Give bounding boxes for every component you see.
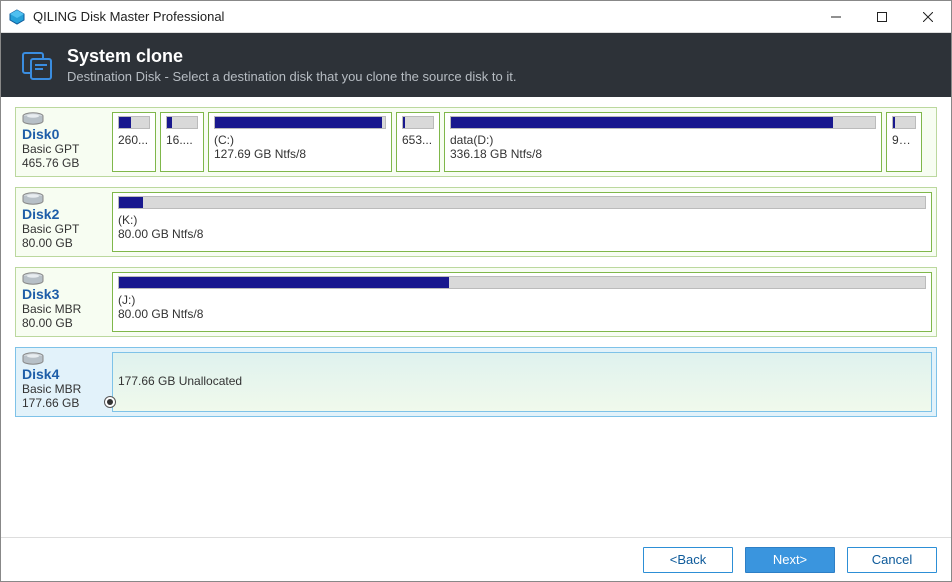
usage-bar [402,116,434,129]
partition-list: 260... 16.... (C:)127.69 GB Ntfs/8 653... da… [112,112,932,172]
disk-row[interactable]: Disk4Basic MBR177.66 GB 177.66 GB Unalloc… [15,347,937,417]
minimize-button[interactable] [813,1,859,33]
usage-bar [214,116,386,129]
disk-info: Disk2Basic GPT80.00 GB [20,192,108,252]
partition[interactable]: (J:)80.00 GB Ntfs/8 [112,272,932,332]
cancel-button[interactable]: Cancel [847,547,937,573]
next-button[interactable]: Next> [745,547,835,573]
partition-unallocated[interactable]: 177.66 GB Unallocated [112,352,932,412]
disk-size: 177.66 GB [22,396,106,410]
disk-type: Basic MBR [22,302,106,316]
back-button[interactable]: <Back [643,547,733,573]
clone-icon [21,49,53,81]
partition-label: (C:) [214,133,386,147]
partition-label: 177.66 GB Unallocated [118,374,926,388]
partition-detail: 80.00 GB Ntfs/8 [118,307,926,321]
usage-bar [118,276,926,289]
usage-fill [451,117,833,128]
footer: <Back Next> Cancel [1,537,951,581]
page-subtitle: Destination Disk - Select a destination … [67,69,516,84]
partition-detail: 16.... [166,133,198,147]
disk-name: Disk2 [22,206,106,222]
disk-list: Disk0Basic GPT465.76 GB260...16....(C:)1… [1,97,951,537]
disk-size: 465.76 GB [22,156,106,170]
disk-size: 80.00 GB [22,236,106,250]
maximize-button[interactable] [859,1,905,33]
window-controls [813,1,951,33]
selected-radio-icon [104,396,116,408]
partition[interactable]: 16.... [160,112,204,172]
usage-bar [450,116,876,129]
partition-detail: 80.00 GB Ntfs/8 [118,227,926,241]
partition[interactable]: 260... [112,112,156,172]
usage-fill [167,117,172,128]
usage-fill [403,117,405,128]
partition-detail: 260... [118,133,150,147]
usage-bar [118,196,926,209]
partition-list: (K:)80.00 GB Ntfs/8 [112,192,932,252]
usage-fill [893,117,895,128]
partition-detail: 995... [892,133,916,147]
maximize-icon [877,12,887,22]
usage-fill [119,277,449,288]
partition[interactable]: (K:)80.00 GB Ntfs/8 [112,192,932,252]
titlebar: QILING Disk Master Professional [1,1,951,33]
partition-list: 177.66 GB Unallocated [112,352,932,412]
partition[interactable]: 995... [886,112,922,172]
disk-row[interactable]: Disk3Basic MBR80.00 GB(J:)80.00 GB Ntfs/… [15,267,937,337]
partition-detail: 127.69 GB Ntfs/8 [214,147,386,161]
partition[interactable]: data(D:)336.18 GB Ntfs/8 [444,112,882,172]
close-icon [923,12,933,22]
page-title: System clone [67,46,516,67]
usage-fill [119,117,131,128]
partition-label: (K:) [118,213,926,227]
partition-label: (J:) [118,293,926,307]
disk-type: Basic MBR [22,382,106,396]
minimize-icon [831,12,841,22]
usage-fill [215,117,382,128]
close-button[interactable] [905,1,951,33]
partition[interactable]: (C:)127.69 GB Ntfs/8 [208,112,392,172]
disk-name: Disk3 [22,286,106,302]
partition[interactable]: 653... [396,112,440,172]
disk-row[interactable]: Disk0Basic GPT465.76 GB 260... 16.... (C:)1… [15,107,937,177]
partition-detail: 653... [402,133,434,147]
disk-info: Disk0Basic GPT465.76 GB [20,112,108,172]
app-title: QILING Disk Master Professional [33,9,224,24]
disk-name: Disk4 [22,366,106,382]
partition-detail: 336.18 GB Ntfs/8 [450,147,876,161]
usage-bar [892,116,916,129]
disk-row[interactable]: Disk2Basic GPT80.00 GB(K:)80.00 GB Ntfs/… [15,187,937,257]
disk-info: Disk3Basic MBR80.00 GB [20,272,108,332]
app-icon [9,9,25,25]
usage-bar [118,116,150,129]
page-header: System clone Destination Disk - Select a… [1,33,951,97]
disk-type: Basic GPT [22,142,106,156]
partition-list: (J:)80.00 GB Ntfs/8 [112,272,932,332]
partition-label: data(D:) [450,133,876,147]
usage-bar [166,116,198,129]
disk-info: Disk4Basic MBR177.66 GB [20,352,108,412]
disk-size: 80.00 GB [22,316,106,330]
disk-type: Basic GPT [22,222,106,236]
disk-name: Disk0 [22,126,106,142]
usage-fill [119,197,143,208]
